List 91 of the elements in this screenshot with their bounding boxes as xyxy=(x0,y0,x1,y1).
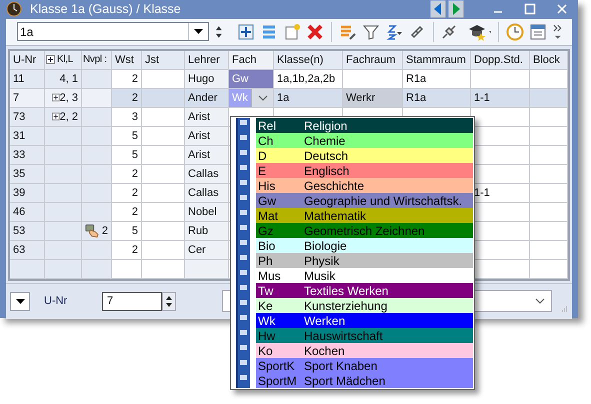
sort-icon[interactable] xyxy=(384,22,403,41)
cell-text: 1-1 xyxy=(474,90,490,106)
subject-option[interactable]: Rel Religion xyxy=(256,118,473,133)
window-title: Klasse 1a (Gauss) / Klasse xyxy=(30,1,182,18)
filter-icon[interactable] xyxy=(362,22,380,41)
hand-icon xyxy=(85,222,99,239)
cell-text: 63 xyxy=(13,242,26,258)
cell-text: Callas xyxy=(188,166,219,182)
chevron-icon xyxy=(535,298,545,304)
cell-text: Arist xyxy=(188,148,210,162)
cell-text: 46 xyxy=(13,204,26,220)
subject-option[interactable]: Tw Textiles Werken xyxy=(256,283,473,298)
cell-text: Werkr xyxy=(346,90,376,106)
cell-text: Ander xyxy=(188,90,218,106)
class-dropdown[interactable]: 1a xyxy=(17,22,209,42)
cell-text: 4, 1 xyxy=(60,72,78,86)
subject-option[interactable]: Gw Geographie und Wirtschaftsk. xyxy=(256,193,473,208)
cell-text: Hugo xyxy=(188,72,214,86)
subject-option[interactable]: Ko Kochen xyxy=(256,343,473,358)
delete-icon[interactable] xyxy=(306,22,324,41)
column-header[interactable]: Fach xyxy=(229,50,274,70)
cell-text: 3 xyxy=(132,110,138,124)
subject-option[interactable]: D Deutsch xyxy=(256,148,473,163)
cell-text: 2 xyxy=(132,242,138,258)
subject-option[interactable]: Ke Kunsterziehung xyxy=(256,298,473,313)
cell-text: 1a,1b,2a,2b xyxy=(277,72,336,86)
cell-text: R1a xyxy=(406,90,426,106)
cell-text: 2, 2 xyxy=(60,110,78,124)
table-cell xyxy=(45,260,82,279)
close-icon[interactable] xyxy=(556,3,568,16)
cell-text: 5 xyxy=(132,128,138,144)
move-icon[interactable] xyxy=(236,22,255,41)
cell-text: Rub xyxy=(188,224,208,238)
cell-text: 11 xyxy=(13,72,24,86)
cell-text: 35 xyxy=(13,166,26,182)
expand-icon[interactable] xyxy=(46,55,55,64)
clock-icon[interactable] xyxy=(506,22,524,41)
calendar-icon[interactable] xyxy=(529,22,548,41)
resize-grip-icon[interactable] xyxy=(560,304,568,313)
cell-text: 31 xyxy=(13,128,26,144)
subject-tag: Gw xyxy=(229,70,273,88)
cell-text: 1-1 xyxy=(474,186,490,200)
plug-icon[interactable] xyxy=(440,22,458,41)
cell-text: 2 xyxy=(132,166,138,182)
cell-text: 1a xyxy=(277,90,290,106)
previous-icon[interactable] xyxy=(430,0,446,18)
cell-text: 2 xyxy=(102,224,108,238)
clock-icon xyxy=(6,1,22,18)
caret-icon xyxy=(16,298,24,304)
cell-text: 39 xyxy=(13,186,26,200)
cell-text: Arist xyxy=(188,128,210,144)
cell-text: 5 xyxy=(132,224,138,238)
subject-option[interactable]: SportM Sport Mädchen xyxy=(256,373,473,388)
cell-text: Nobel xyxy=(188,204,217,220)
cell-text: 5 xyxy=(132,148,138,162)
subject-option[interactable]: E Englisch xyxy=(256,163,473,178)
book-icon xyxy=(236,373,251,388)
expand-icon[interactable] xyxy=(52,112,60,122)
cell-text: 33 xyxy=(13,148,26,162)
subject-option[interactable]: Ch Chemie xyxy=(256,133,473,148)
cell-text: Arist xyxy=(188,110,210,124)
chevron-icon[interactable] xyxy=(251,88,273,107)
cell-text: 53 xyxy=(13,224,26,238)
maximize-icon[interactable] xyxy=(524,3,536,16)
subject-option[interactable]: Mat Mathematik xyxy=(256,208,473,223)
spinner-icon[interactable] xyxy=(162,292,176,311)
cell-text: 2 xyxy=(132,72,138,86)
cell-text: Cer xyxy=(188,242,206,258)
subject-option[interactable]: Bio Biologie xyxy=(256,238,473,253)
cell-text: 73 xyxy=(13,110,26,124)
dropdown-button[interactable] xyxy=(10,292,30,311)
u-nr-field[interactable]: 7 xyxy=(102,292,162,311)
subject-option[interactable]: SportK Sport Knaben xyxy=(256,358,473,373)
subject-option[interactable]: Ph Physik xyxy=(256,253,473,268)
subject-option[interactable]: His Geschichte xyxy=(256,178,473,193)
cell-text: R1a xyxy=(406,72,426,86)
expand-icon[interactable] xyxy=(52,93,60,102)
subject-option[interactable]: Hw Hauswirtschaft xyxy=(256,328,473,343)
cell-text: 7 xyxy=(13,90,20,106)
subject-option[interactable]: Wk Werken xyxy=(256,313,473,328)
subject-tag: Wk xyxy=(229,88,251,107)
cell-text: 2, 3 xyxy=(60,90,78,106)
cell-text: Callas xyxy=(188,186,219,200)
cell-text: 2 xyxy=(132,204,138,220)
field-label: U-Nr xyxy=(43,294,68,309)
new-icon[interactable] xyxy=(282,22,301,41)
subject-option[interactable]: Gz Geometrisch Zeichnen xyxy=(256,223,473,238)
table-cell xyxy=(82,260,112,279)
book-icon xyxy=(236,118,251,133)
cell-text: 2 xyxy=(132,186,138,200)
cell-text: 2 xyxy=(132,90,138,106)
